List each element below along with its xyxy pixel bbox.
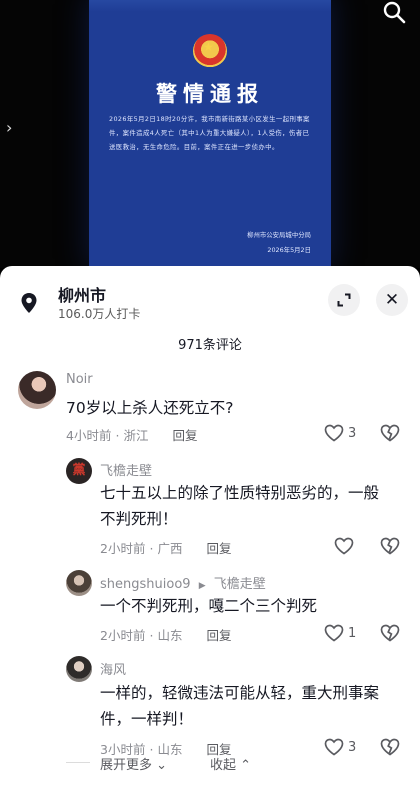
- emblem-star: ★: [203, 40, 214, 54]
- comment-nickname[interactable]: shengshuioo9 ▶ 飞檐走壁: [100, 573, 266, 592]
- heart-icon: [334, 537, 354, 555]
- collapse-button[interactable]: 收起 ⌃: [210, 754, 251, 773]
- heart-icon: [324, 624, 344, 642]
- divider: [66, 762, 90, 763]
- comment-meta: 4小时前 · 浙江 回复: [66, 428, 198, 443]
- poster-title: 警情通报: [156, 82, 264, 106]
- like-count: 3: [348, 739, 357, 755]
- reply-author[interactable]: shengshuioo9: [100, 577, 191, 592]
- heart-icon: [324, 424, 344, 442]
- reply-button[interactable]: 回复: [172, 428, 197, 443]
- chevron-down-icon: ⌄: [156, 758, 168, 773]
- avatar[interactable]: [66, 656, 92, 682]
- avatar[interactable]: [18, 371, 56, 409]
- expand-more-label: 展开更多: [100, 758, 153, 773]
- broken-heart-icon[interactable]: [380, 738, 400, 756]
- poster-signature: 柳州市公安局城中分局 2026年5月2日: [247, 228, 311, 258]
- broken-heart-icon[interactable]: [380, 624, 400, 642]
- location-name[interactable]: 柳州市: [58, 282, 106, 306]
- comment-region: 广西: [157, 541, 183, 556]
- comment-nickname[interactable]: 海风: [100, 659, 126, 678]
- like-button[interactable]: 3: [324, 424, 356, 442]
- location-pin-icon: [21, 293, 37, 313]
- like-button[interactable]: 1: [324, 624, 356, 642]
- comment-count: 971条评论: [178, 338, 242, 353]
- reply-button[interactable]: 回复: [206, 628, 231, 643]
- heart-icon: [324, 738, 344, 756]
- avatar[interactable]: [66, 570, 92, 596]
- avatar[interactable]: 黨: [66, 458, 92, 484]
- comment-time: 2小时前: [100, 541, 146, 556]
- app-screen: ★ 警情通报 2026年5月2日18时20分许，我市南新街路某小区发生一起刑事案…: [0, 0, 420, 800]
- expand-icon: [337, 293, 351, 307]
- comment-region: 浙江: [123, 428, 149, 443]
- comment-time: 2小时前: [100, 628, 146, 643]
- chevron-up-icon: ⌃: [240, 758, 252, 773]
- comment-text: 70岁以上杀人还死立不?: [66, 399, 234, 417]
- reply-button[interactable]: 回复: [206, 541, 231, 556]
- comment-time: 4小时前: [66, 428, 112, 443]
- play-arrow-icon: ▶: [198, 581, 206, 591]
- comment-sheet: 柳州市 106.0万人打卡 ✕ 971条评论 Noir 70岁以上杀人还死立不?…: [0, 266, 420, 800]
- comment-region: 山东: [157, 628, 183, 643]
- close-button[interactable]: ✕: [376, 284, 408, 316]
- comment-text: 一样的，轻微违法可能从轻，重大刑事案件，一样判！: [100, 684, 380, 728]
- reply-target[interactable]: 飞檐走壁: [214, 577, 266, 592]
- expand-button[interactable]: [328, 284, 360, 316]
- like-button[interactable]: 3: [324, 738, 356, 756]
- close-icon: ✕: [384, 290, 400, 310]
- comment-text: 七十五以上的除了性质特别恶劣的，一般不判死刑！: [100, 484, 380, 528]
- like-count: 1: [348, 625, 357, 641]
- like-button[interactable]: [334, 537, 358, 555]
- comment-nickname[interactable]: 飞檐走壁: [100, 460, 152, 479]
- police-notice-image: ★ 警情通报 2026年5月2日18时20分许，我市南新街路某小区发生一起刑事案…: [89, 0, 331, 269]
- poster-top-band: [89, 0, 331, 12]
- chevron-right-icon[interactable]: ›: [6, 118, 12, 137]
- broken-heart-icon[interactable]: [380, 537, 400, 555]
- comment-nickname[interactable]: Noir: [66, 372, 93, 387]
- comment-text: 一个不判死刑，嘎二个三个判死: [100, 597, 318, 615]
- comment-meta: 2小时前 · 广西 回复: [100, 541, 232, 556]
- comment-meta: 2小时前 · 山东 回复: [100, 628, 232, 643]
- broken-heart-icon[interactable]: [380, 424, 400, 442]
- like-count: 3: [348, 425, 357, 441]
- poster-issuer: 柳州市公安局城中分局: [247, 231, 311, 239]
- search-icon[interactable]: [382, 0, 406, 24]
- video-player[interactable]: ★ 警情通报 2026年5月2日18时20分许，我市南新街路某小区发生一起刑事案…: [0, 0, 420, 269]
- location-checkins: 106.0万人打卡: [58, 307, 141, 321]
- poster-date: 2026年5月2日: [267, 246, 311, 254]
- collapse-label: 收起: [210, 758, 237, 773]
- poster-body: 2026年5月2日18时20分许，我市南新街路某小区发生一起刑事案件，案件造成4…: [109, 115, 310, 151]
- expand-more-button[interactable]: 展开更多 ⌄: [100, 754, 167, 773]
